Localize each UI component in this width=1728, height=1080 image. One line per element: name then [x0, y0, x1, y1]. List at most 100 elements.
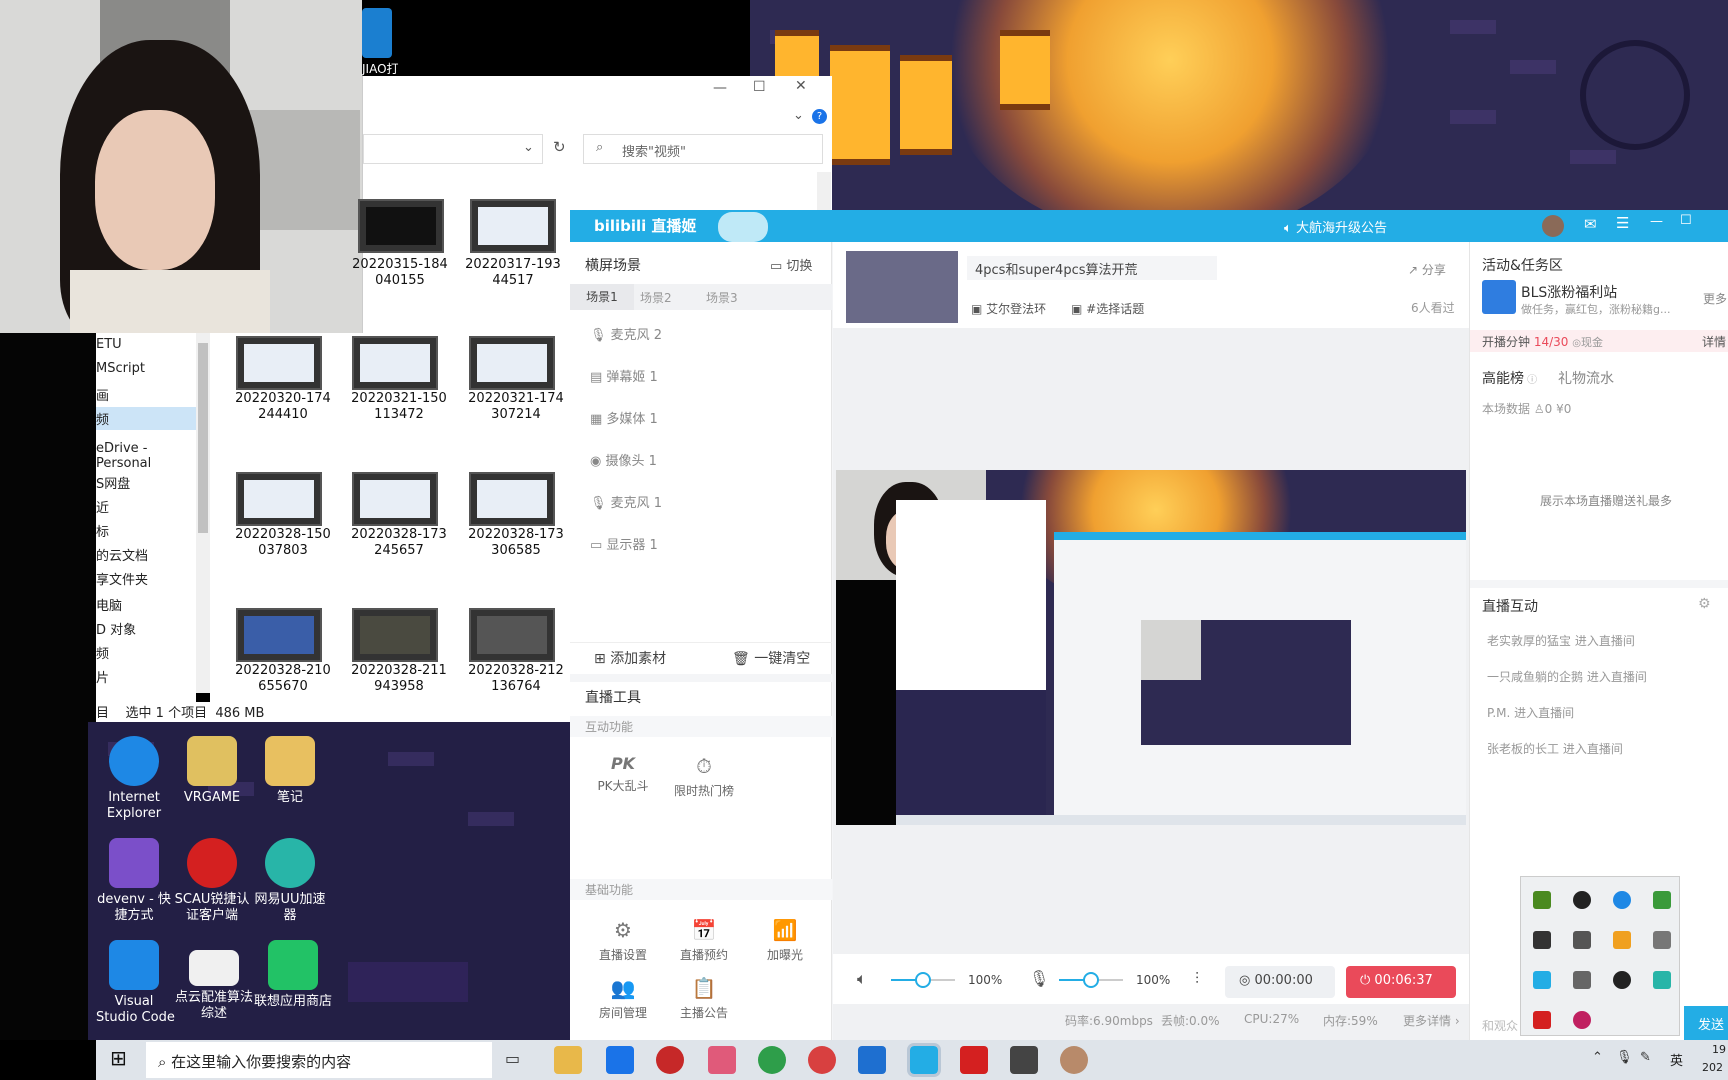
boost-exposure-button[interactable]: 📶 加曝光 [750, 918, 820, 963]
mic-tray-icon[interactable]: 🎙︎ [1616, 1050, 1633, 1065]
desktop-app-icon[interactable] [362, 8, 392, 58]
add-source-button[interactable]: ⊞ 添加素材 [594, 648, 666, 668]
desktop-icon-lenovo[interactable]: 联想应用商店 [252, 940, 334, 1010]
address-bar[interactable] [363, 134, 543, 164]
security-icon[interactable] [1653, 891, 1671, 909]
source-item[interactable]: ▤ 弹幕姬 1 [590, 366, 658, 385]
green-app-icon[interactable] [1653, 971, 1671, 989]
media-player-icon[interactable] [656, 1046, 684, 1074]
activity-name[interactable]: BLS涨粉福利站 [1521, 282, 1617, 302]
desktop-icon-vscode[interactable]: Visual Studio Code [96, 940, 175, 1026]
settings-icon[interactable]: ⚙ [1698, 596, 1711, 612]
volume-icon[interactable] [1653, 931, 1671, 949]
close-button[interactable]: ✕ [795, 78, 807, 94]
desktop-icon-notes[interactable]: 笔记 [252, 736, 328, 806]
details-link[interactable]: 详情 [1702, 333, 1726, 350]
category-tag[interactable]: ▣ 艾尔登法环 [971, 300, 1046, 317]
video-thumbnail[interactable] [469, 472, 555, 526]
file-explorer-icon[interactable] [554, 1046, 582, 1074]
mail-icon[interactable] [606, 1046, 634, 1074]
video-thumbnail[interactable] [236, 608, 322, 662]
video-thumbnail[interactable] [236, 336, 322, 390]
send-button[interactable]: 发送 [1684, 1006, 1728, 1040]
taskbar-search[interactable]: ⌕ 在这里输入你要搜索的内容 [146, 1042, 492, 1078]
desktop-icon-pptx[interactable]: 点云配准算法 综述 [174, 940, 254, 1022]
more-link[interactable]: 更多 [1703, 290, 1727, 307]
room-cover[interactable] [846, 251, 958, 323]
tab-energy-rank[interactable]: 高能榜 ⓘ [1482, 368, 1537, 388]
steam-icon[interactable] [1613, 971, 1631, 989]
clock-date[interactable]: 202 [1702, 1061, 1723, 1074]
wps-icon[interactable] [960, 1046, 988, 1074]
bili-tray-icon[interactable] [1533, 971, 1551, 989]
chrome-icon[interactable] [758, 1046, 786, 1074]
desktop-icon-vrgame[interactable]: VRGAME [174, 736, 250, 806]
room-manage-button[interactable]: 👥 房间管理 [588, 976, 658, 1021]
drive-icon[interactable] [1533, 931, 1551, 949]
video-thumbnail[interactable] [236, 472, 322, 526]
switch-button[interactable]: ▭ 切换 [770, 255, 812, 274]
refresh-icon[interactable]: ↻ [553, 138, 566, 156]
capture-icon[interactable] [1573, 971, 1591, 989]
language-indicator[interactable]: 英 [1670, 1050, 1683, 1069]
source-item[interactable]: 🎙︎ 麦克风 2 [590, 324, 662, 343]
start-button[interactable]: ⊞ [96, 1040, 144, 1080]
tab-scene-2[interactable]: 场景2 [640, 289, 672, 306]
video-thumbnail[interactable] [358, 199, 444, 253]
speaker-icon[interactable]: 🔈︎ [857, 969, 867, 989]
tab-scene-1[interactable]: 场景1 [570, 284, 634, 310]
nvidia-icon[interactable] [1533, 891, 1551, 909]
maximize-button[interactable]: ☐ [1680, 213, 1692, 228]
source-item[interactable]: 🎙︎ 麦克风 1 [590, 492, 662, 511]
tab-gift-flow[interactable]: 礼物流水 [1558, 368, 1614, 388]
activity-thumbnail[interactable] [1482, 280, 1516, 314]
hot-rank-button[interactable]: ⏱ 限时热门榜 [669, 754, 739, 799]
desktop-icon-uu[interactable]: 网易UU加速 器 [252, 838, 328, 924]
source-item[interactable]: ▭ 显示器 1 [590, 534, 658, 553]
desktop-icon-ie[interactable]: Internet Explorer [96, 736, 172, 822]
source-item[interactable]: ◉ 摄像头 1 [590, 450, 657, 469]
video-thumbnail[interactable] [469, 608, 555, 662]
profile-app-icon[interactable] [1060, 1046, 1088, 1074]
video-thumbnail[interactable] [470, 199, 556, 253]
bilibili-live-taskbar-icon[interactable] [907, 1043, 941, 1077]
record-button[interactable]: ◎ 00:00:00 [1225, 966, 1335, 998]
chat-input[interactable]: 和观众 [1482, 1017, 1518, 1034]
topic-tag[interactable]: ▣ #选择话题 [1071, 300, 1144, 317]
app-icon[interactable] [708, 1046, 736, 1074]
announcement-link[interactable]: 🔈︎ 大航海升级公告 [1284, 217, 1387, 236]
dropdown-icon[interactable]: ⌄ [523, 140, 534, 155]
announcement-button[interactable]: 📋 主播公告 [669, 976, 739, 1021]
stop-live-button[interactable]: ⏻ 00:06:37 [1346, 966, 1456, 998]
video-thumbnail[interactable] [352, 472, 438, 526]
desktop-icon-scau[interactable]: SCAU锐捷认 证客户端 [174, 838, 250, 924]
clear-all-button[interactable]: 🗑︎ 一键清空 [732, 648, 810, 668]
help-icon[interactable]: ? [812, 109, 827, 124]
room-title-input[interactable]: 4pcs和super4pcs算法开荒 [967, 256, 1217, 280]
video-thumbnail[interactable] [469, 336, 555, 390]
mail-icon[interactable]: ✉ [1584, 215, 1597, 233]
minimize-button[interactable]: — [1650, 214, 1663, 229]
menu-icon[interactable]: ☰ [1616, 214, 1629, 232]
mic-volume-slider[interactable] [1059, 972, 1123, 988]
tray-expand-icon[interactable]: ⌃ [1592, 1050, 1603, 1065]
wps-icon[interactable] [1533, 1011, 1551, 1029]
pen-icon[interactable]: ✎ [1640, 1050, 1651, 1065]
share-button[interactable]: ↗ 分享 [1408, 261, 1446, 278]
live-settings-button[interactable]: ⚙ 直播设置 [588, 918, 658, 963]
mic-icon[interactable]: 🎙︎ [1029, 969, 1049, 988]
mixer-icon[interactable]: ⫶ [1195, 969, 1199, 989]
chevron-down-icon[interactable]: ⌄ [793, 108, 804, 123]
display-icon[interactable] [1573, 931, 1591, 949]
tab-scene-3[interactable]: 场景3 [706, 289, 738, 306]
video-thumbnail[interactable] [352, 336, 438, 390]
qq-icon[interactable] [1573, 891, 1591, 909]
live-schedule-button[interactable]: 📅 直播预约 [669, 918, 739, 963]
speaker-volume-slider[interactable] [891, 972, 955, 988]
maximize-button[interactable]: ☐ [753, 79, 766, 95]
camera-app-icon[interactable] [1010, 1046, 1038, 1074]
more-details-link[interactable]: 更多详情 › [1403, 1012, 1460, 1029]
clock-time[interactable]: 19 [1712, 1043, 1726, 1056]
source-item[interactable]: ▦ 多媒体 1 [590, 408, 658, 427]
app-tray-icon[interactable] [1613, 931, 1631, 949]
